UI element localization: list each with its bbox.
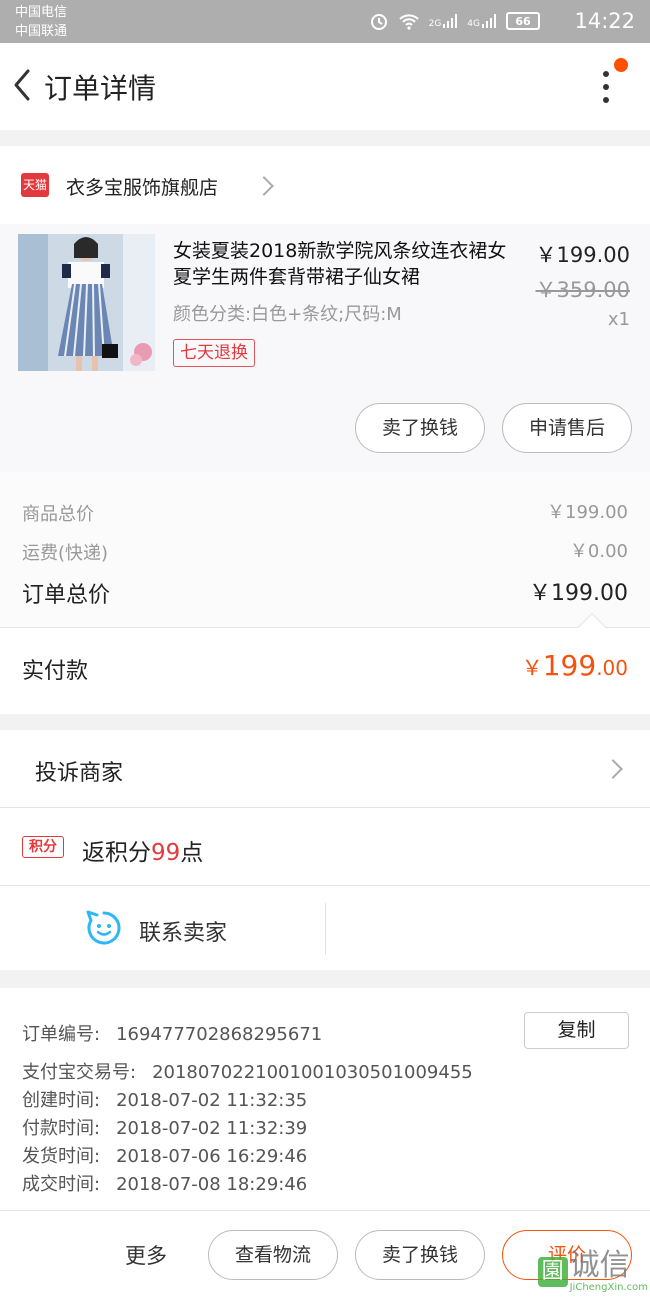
completed-row: 成交时间: 2018-07-08 18:29:46	[22, 1170, 307, 1196]
created-time: 2018-07-02 11:32:35	[116, 1090, 308, 1111]
bottom-divider	[0, 1210, 650, 1211]
paid-row: 付款时间: 2018-07-02 11:32:39	[22, 1114, 307, 1140]
product-price: ￥199.00	[535, 243, 630, 267]
signal-icon-2: 4G	[467, 13, 497, 29]
goods-total-value: ￥199.00	[547, 502, 628, 523]
actual-paid-value: ￥199.00	[522, 649, 628, 682]
contact-divider	[325, 903, 326, 955]
watermark: 園 诚信 JiChengXin.com	[537, 1248, 648, 1293]
view-logistics-button[interactable]: 查看物流	[208, 1230, 338, 1280]
shipping-value: ￥0.00	[569, 541, 628, 562]
complaint-label[interactable]: 投诉商家	[35, 755, 123, 787]
product-quantity: x1	[607, 309, 630, 330]
page-title: 订单详情	[44, 72, 157, 105]
clock: 14:22	[574, 9, 635, 33]
points-suffix: 点	[180, 840, 204, 866]
return-policy-tag: 七天退换	[173, 339, 255, 367]
paid-currency: ￥	[521, 656, 543, 680]
signal-icon-1: 2G	[429, 13, 459, 29]
store-name[interactable]: 衣多宝服饰旗舰店	[66, 173, 218, 200]
alarm-icon	[370, 14, 387, 30]
watermark-logo: 園	[537, 1256, 568, 1287]
battery-icon: 66	[506, 12, 540, 30]
sell-for-cash-button[interactable]: 卖了换钱	[355, 403, 485, 453]
created-row: 创建时间: 2018-07-02 11:32:35	[22, 1086, 307, 1112]
points-value: 99	[151, 840, 181, 866]
actual-paid-label: 实付款	[22, 659, 89, 684]
completed-time: 2018-07-08 18:29:46	[116, 1174, 308, 1195]
more-button[interactable]: 更多	[125, 1240, 167, 1270]
watermark-text: 诚信	[569, 1248, 630, 1283]
carrier-1: 中国电信	[15, 5, 68, 20]
product-title[interactable]: 女装夏装2018新款学院风条纹连衣裙女夏学生两件套背带裙子仙女裙	[173, 238, 513, 290]
order-total-label: 订单总价	[22, 583, 111, 608]
more-menu-icon[interactable]	[598, 71, 614, 107]
product-attributes: 颜色分类:白色+条纹;尺码:M	[173, 304, 402, 325]
back-arrow-icon[interactable]	[8, 65, 38, 105]
points-prefix: 返积分	[82, 840, 151, 866]
goods-total-label: 商品总价	[22, 504, 94, 525]
order-number: 169477702868295671	[116, 1024, 323, 1045]
points-text: 返积分99点	[82, 833, 203, 867]
shipped-time: 2018-07-06 16:29:46	[116, 1146, 308, 1167]
order-number-label: 订单编号:	[22, 1024, 101, 1045]
alipay-row: 支付宝交易号: 2018070221001001030501009455	[22, 1058, 473, 1084]
apply-after-sale-button[interactable]: 申请售后	[502, 403, 632, 453]
order-total-value: ￥199.00	[529, 581, 628, 606]
copy-button[interactable]: 复制	[524, 1012, 629, 1049]
net-type-2: 4G	[467, 19, 480, 29]
status-bar: 中国电信 中国联通 2G 4G 66 14:22	[0, 0, 650, 43]
alipay-number: 2018070221001001030501009455	[152, 1062, 473, 1083]
status-icons: 2G 4G 66	[369, 11, 540, 31]
net-type-1: 2G	[428, 19, 442, 29]
notification-dot	[614, 58, 628, 72]
carrier-2: 中国联通	[15, 24, 68, 39]
shipping-label: 运费(快递)	[22, 543, 109, 564]
wifi-icon	[398, 14, 419, 30]
shipped-row: 发货时间: 2018-07-06 16:29:46	[22, 1142, 307, 1168]
paid-label: 付款时间:	[22, 1118, 101, 1139]
completed-label: 成交时间:	[22, 1174, 101, 1195]
original-price: ￥359.00	[535, 278, 630, 302]
tmall-badge: 天猫	[21, 173, 49, 197]
order-number-row: 订单编号: 169477702868295671	[22, 1020, 322, 1046]
shipped-label: 发货时间:	[22, 1146, 101, 1167]
points-badge: 积分	[22, 836, 64, 858]
created-label: 创建时间:	[22, 1090, 101, 1111]
product-thumbnail[interactable]	[18, 234, 155, 371]
contact-seller-label[interactable]: 联系卖家	[139, 915, 227, 947]
paid-integer: 199	[542, 649, 597, 682]
watermark-url: JiChengXin.com	[569, 1282, 648, 1293]
contact-seller-icon[interactable]	[86, 910, 122, 946]
paid-decimal: .00	[596, 656, 628, 680]
paid-time: 2018-07-02 11:32:39	[116, 1118, 308, 1139]
alipay-label: 支付宝交易号:	[22, 1062, 137, 1083]
nav-bar: 订单详情	[0, 43, 650, 130]
sell-for-cash-bottom-button[interactable]: 卖了换钱	[355, 1230, 485, 1280]
